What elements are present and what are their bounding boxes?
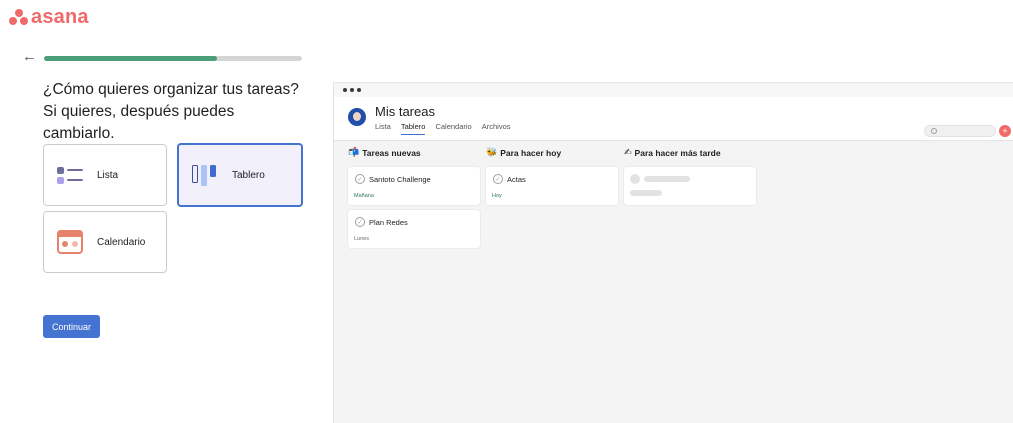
task-card: ✓ Santoto Challenge Mañana	[348, 167, 480, 205]
placeholder-dot	[630, 174, 640, 184]
preview-tabs: Lista Tablero Calendario Archivos	[375, 122, 511, 135]
continue-button[interactable]: Continuar	[43, 315, 100, 338]
mailbox-icon: 📬	[348, 148, 360, 158]
column-header-tareas-nuevas: 📬 Tareas nuevas	[348, 148, 421, 158]
check-icon: ✓	[355, 217, 365, 227]
task-due: Mañana	[354, 193, 374, 199]
check-icon: ✓	[355, 174, 365, 184]
check-icon: ✓	[493, 174, 503, 184]
task-card: ✓ Plan Redes Lunes	[348, 210, 480, 248]
task-due: Lunes	[354, 236, 369, 242]
option-lista[interactable]: Lista	[43, 144, 167, 206]
avatar	[348, 108, 366, 126]
bee-icon: 🐝	[486, 148, 498, 158]
option-calendario-label: Calendario	[97, 236, 146, 248]
task-name: Actas	[507, 175, 526, 184]
tab-lista: Lista	[375, 122, 391, 131]
column-header-para-hacer-mas-tarde: ✍ Para hacer más tarde	[624, 148, 721, 158]
task-due: Hoy	[492, 193, 502, 199]
window-dot-icon	[343, 88, 347, 92]
task-name: Plan Redes	[369, 218, 408, 227]
search-icon	[931, 127, 937, 134]
list-icon	[57, 163, 83, 187]
question-heading: ¿Cómo quieres organizar tus tareas? Si q…	[43, 81, 299, 142]
window-chrome	[334, 83, 1013, 97]
asana-logo-icon	[9, 8, 28, 26]
column-header-para-hacer-hoy: 🐝 Para hacer hoy	[486, 148, 561, 158]
window-dot-icon	[357, 88, 361, 92]
logo-text: asana	[31, 6, 89, 28]
progress-bar	[44, 56, 302, 61]
task-card-placeholder	[624, 167, 756, 205]
calendar-icon	[57, 230, 83, 254]
tab-calendario: Calendario	[435, 122, 472, 131]
placeholder-line	[630, 190, 662, 196]
placeholder-line	[644, 176, 690, 182]
back-arrow-icon[interactable]: ←	[22, 49, 37, 64]
search-input	[924, 125, 996, 137]
task-card: ✓ Actas Hoy	[486, 167, 618, 205]
task-name: Santoto Challenge	[369, 175, 431, 184]
writing-hand-icon: ✍	[624, 148, 632, 158]
asana-logo: asana	[9, 7, 89, 27]
option-tablero[interactable]: Tablero	[177, 143, 303, 207]
option-lista-label: Lista	[97, 169, 119, 181]
column-title: Tareas nuevas	[362, 148, 421, 158]
option-calendario[interactable]: Calendario	[43, 211, 167, 273]
tab-tablero: Tablero	[400, 122, 426, 135]
preview-header: Mis tareas Lista Tablero Calendario Arch…	[334, 97, 1013, 141]
board-icon	[192, 163, 218, 187]
option-tablero-label: Tablero	[232, 169, 265, 181]
board-preview: Mis tareas Lista Tablero Calendario Arch…	[333, 82, 1013, 423]
tab-archivos: Archivos	[481, 122, 511, 131]
column-title: Para hacer más tarde	[634, 148, 721, 158]
preview-title: Mis tareas	[375, 104, 435, 119]
progress-fill	[44, 56, 217, 61]
add-icon: +	[999, 125, 1011, 137]
column-title: Para hacer hoy	[500, 148, 562, 158]
window-dot-icon	[350, 88, 354, 92]
